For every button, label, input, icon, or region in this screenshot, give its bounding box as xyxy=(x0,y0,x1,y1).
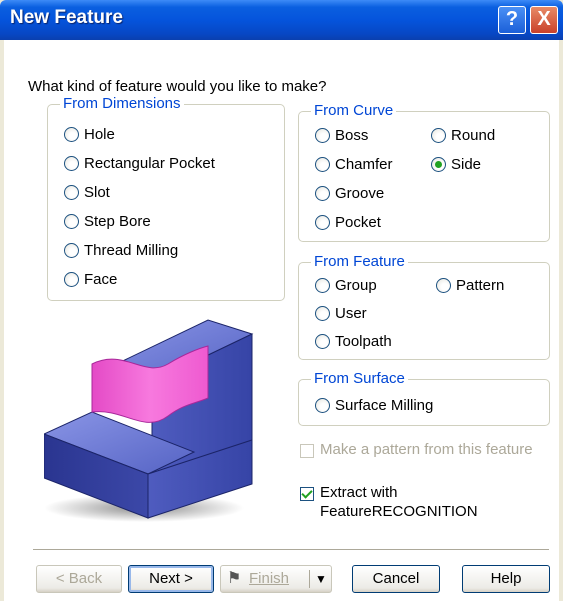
radio-button[interactable] xyxy=(64,272,79,287)
radio-label: User xyxy=(335,305,367,322)
radio-label: Side xyxy=(451,156,482,173)
cancel-button[interactable]: Cancel xyxy=(352,565,440,593)
close-button[interactable]: X xyxy=(530,6,558,34)
pattern-checkbox-label: Make a pattern from this feature xyxy=(320,441,533,458)
radio-label: Groove xyxy=(335,185,385,202)
from-dimensions-group: From Dimensions xyxy=(47,95,285,301)
radio-button-selected[interactable] xyxy=(431,157,446,172)
radio-label: Toolpath xyxy=(335,333,392,350)
back-button[interactable]: < Back xyxy=(36,565,122,593)
radio-button[interactable] xyxy=(315,278,330,293)
from-curve-legend: From Curve xyxy=(311,102,397,120)
split-divider xyxy=(309,570,310,588)
radio-button[interactable] xyxy=(64,243,79,258)
radio-button[interactable] xyxy=(436,278,451,293)
radio-label: Pattern xyxy=(456,277,505,294)
radio-button[interactable] xyxy=(315,186,330,201)
radio-button[interactable] xyxy=(315,128,330,143)
button-separator xyxy=(33,549,549,551)
radio-button[interactable] xyxy=(315,334,330,349)
checkered-flag-icon: ⚑ xyxy=(227,570,242,587)
from-feature-legend: From Feature xyxy=(311,253,408,271)
chevron-down-icon[interactable]: ▼ xyxy=(315,566,327,592)
title-bar[interactable]: New Feature ? X xyxy=(0,0,563,40)
help-button[interactable]: Help xyxy=(462,565,550,593)
finish-label: Finish xyxy=(249,570,290,587)
radio-button[interactable] xyxy=(431,128,446,143)
radio-label: Round xyxy=(451,127,496,144)
from-dimensions-legend: From Dimensions xyxy=(60,95,184,113)
radio-button[interactable] xyxy=(315,306,330,321)
radio-button[interactable] xyxy=(64,214,79,229)
feature-question: What kind of feature would you like to m… xyxy=(28,78,327,95)
radio-label: Slot xyxy=(84,184,110,201)
next-button[interactable]: Next > xyxy=(128,565,214,593)
radio-label: Hole xyxy=(84,126,115,143)
finish-button[interactable]: ⚑ Finish ▼ xyxy=(220,565,332,593)
extract-checkbox-label: Extract with FeatureRECOGNITION xyxy=(320,484,478,520)
window-title: New Feature xyxy=(10,7,123,28)
radio-label: Step Bore xyxy=(84,213,151,230)
from-surface-legend: From Surface xyxy=(311,370,408,388)
radio-button[interactable] xyxy=(315,157,330,172)
radio-label: Group xyxy=(335,277,377,294)
radio-button[interactable] xyxy=(315,398,330,413)
radio-label: Pocket xyxy=(335,214,381,231)
radio-label: Boss xyxy=(335,127,369,144)
radio-label: Face xyxy=(84,271,118,288)
radio-button[interactable] xyxy=(64,185,79,200)
radio-button[interactable] xyxy=(315,215,330,230)
radio-label: Rectangular Pocket xyxy=(84,155,215,172)
pattern-checkbox[interactable] xyxy=(300,444,314,458)
radio-label: Surface Milling xyxy=(335,397,434,414)
extract-checkbox[interactable] xyxy=(300,487,314,501)
radio-label: Chamfer xyxy=(335,156,393,173)
help-title-button[interactable]: ? xyxy=(498,6,526,34)
radio-button[interactable] xyxy=(64,127,79,142)
feature-block-icon xyxy=(44,319,254,522)
new-feature-dialog: New Feature ? X What kind of feature wou… xyxy=(0,0,563,601)
radio-label: Thread Milling xyxy=(84,242,179,259)
radio-button[interactable] xyxy=(64,156,79,171)
